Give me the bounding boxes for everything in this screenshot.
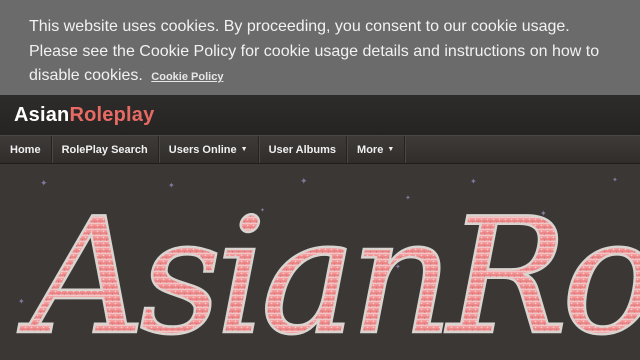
nav-item-home[interactable]: Home [0, 136, 52, 163]
banner-logo-text: AsianRo [17, 183, 640, 360]
logo-text-asian: Asian [14, 104, 70, 126]
nav-item-user-albums[interactable]: User Albums [259, 136, 348, 163]
chevron-down-icon: ▼ [240, 146, 248, 153]
site-banner: ✦ ✦ ✦ ✦ ✦ ✦ ✦ ✦ ✦ ✦ ✦ AsianRo [0, 164, 640, 360]
site-header: AsianRoleplay [0, 95, 640, 135]
nav-item-label: RolePlay Search [61, 143, 148, 156]
logo-text-roleplay: Roleplay [69, 104, 155, 126]
nav-item-label: User Albums [268, 143, 337, 156]
site-logo[interactable]: AsianRoleplay [14, 104, 154, 127]
main-navigation: Home RolePlay Search Users Online ▼ User … [0, 135, 640, 164]
banner-graphic: ✦ ✦ ✦ ✦ ✦ ✦ ✦ ✦ ✦ ✦ ✦ AsianRo [16, 176, 640, 360]
nav-item-users-online[interactable]: Users Online ▼ [159, 136, 259, 163]
cookie-notice-text: This website uses cookies. By proceeding… [29, 18, 600, 84]
nav-item-label: Users Online [168, 143, 237, 156]
nav-item-label: More [357, 143, 384, 156]
nav-item-roleplay-search[interactable]: RolePlay Search [52, 136, 159, 163]
cookie-policy-link[interactable]: Cookie Policy [151, 71, 223, 83]
nav-item-label: Home [10, 143, 41, 156]
chevron-down-icon: ▼ [387, 146, 395, 153]
cookie-notice-bar: This website uses cookies. By proceeding… [0, 0, 640, 95]
nav-item-more[interactable]: More ▼ [347, 136, 406, 163]
svg-text:✦: ✦ [18, 297, 25, 306]
